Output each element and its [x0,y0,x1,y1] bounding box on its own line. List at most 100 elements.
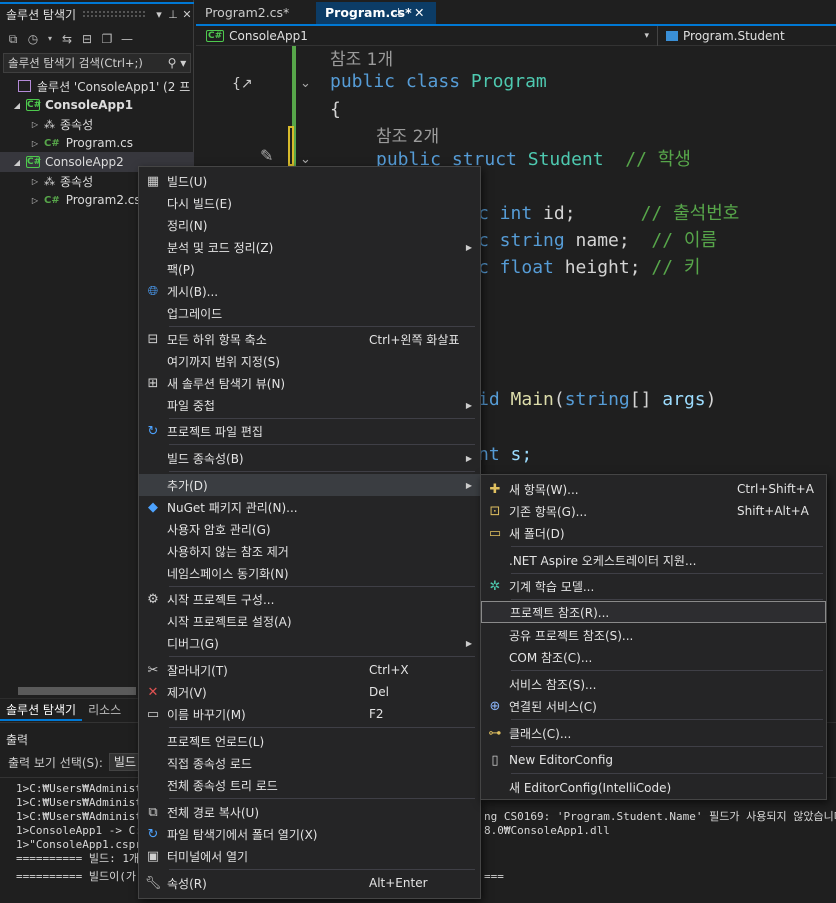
menu-item-label: 게시(B)... [167,284,219,299]
tab-program-cs[interactable]: Program.cs* ⊥ ✕ [316,2,436,24]
collapsed-arrow-icon[interactable]: ▷ [30,196,40,205]
tree-item-solution[interactable]: 솔루션 'ConsoleApp1' (2 프 [0,76,194,96]
code-line: c int id; // 출석번호 [478,200,739,228]
menu-item-clean[interactable]: 정리(N) [139,214,480,236]
tab-program2-cs[interactable]: Program2.cs* [196,2,314,24]
submenu-item-existing-item[interactable]: ⊡ 기존 항목(G)... Shift+Alt+A [481,500,826,522]
menu-item-add[interactable]: 추가(D) ▶ [139,474,480,496]
solution-explorer-search[interactable]: 솔루션 탐색기 검색(Ctrl+;) ⚲ ▾ [3,53,191,73]
submenu-item-shared-project-reference[interactable]: 공유 프로젝트 참조(S)... [481,624,826,646]
menu-item-configure-startup[interactable]: ⚙ 시작 프로젝트 구성... [139,588,480,610]
close-tab-icon[interactable]: ✕ [414,2,424,24]
quick-action-icon[interactable]: ✎ [260,146,273,165]
menu-item-sync-namespaces[interactable]: 네임스페이스 동기화(N) [139,562,480,584]
menu-item-edit-project-file[interactable]: ↻ 프로젝트 파일 편집 [139,420,480,442]
menu-item-cut[interactable]: ✂ 잘라내기(T) Ctrl+X [139,659,480,681]
menu-item-rebuild[interactable]: 다시 빌드(E) [139,192,480,214]
menu-shortcut: Alt+Enter [369,876,428,890]
menu-separator [511,719,823,720]
menu-item-load-full-tree[interactable]: 전체 종속성 트리 로드 [139,774,480,796]
project-dropdown[interactable]: C# ConsoleApp1 ▾ [200,26,658,46]
submenu-item-com-reference[interactable]: COM 참조(C)... [481,646,826,668]
menu-item-analyze[interactable]: 분석 및 코드 정리(Z) ▶ [139,236,480,258]
dropdown-arrow-icon[interactable]: ▾ [152,8,166,21]
menu-item-build-dependencies[interactable]: 빌드 종속성(B) ▶ [139,447,480,469]
class-dropdown[interactable]: Program.Student [660,26,836,46]
submenu-item-new-folder[interactable]: ▭ 새 폴더(D) [481,522,826,544]
tree-item-program-cs[interactable]: ▷ C# Program.cs [0,133,194,153]
submenu-item-project-reference[interactable]: 프로젝트 참조(R)... [481,601,826,623]
code-lens-references[interactable]: 참조 1개 [330,46,393,70]
search-icon[interactable]: ⚲ ▾ [164,56,190,70]
menu-item-copy-full-path[interactable]: ⧉ 전체 경로 복사(U) [139,801,480,823]
chevron-down-icon[interactable]: ▾ [644,26,649,46]
menu-item-remove-unused-refs[interactable]: 사용하지 않는 참조 제거 [139,540,480,562]
dependencies-icon: ⁂ [44,174,55,188]
submenu-item-editorconfig-intellicode[interactable]: 새 EditorConfig(IntelliCode) [481,776,826,798]
drag-grip[interactable] [82,9,146,19]
tree-item-dependencies[interactable]: ▷ ⁂ 종속성 [0,114,194,134]
menu-item-new-explorer-view[interactable]: ⊞ 새 솔루션 탐색기 뷰(N) [139,372,480,394]
submenu-item-aspire[interactable]: .NET Aspire 오케스트레이터 지원... [481,549,826,571]
ml-model-icon: ✲ [489,578,501,594]
menu-item-label: 팩(P) [167,262,195,277]
submenu-item-new-editorconfig[interactable]: ▯ New EditorConfig [481,749,826,771]
properties-icon[interactable]: — [120,32,134,46]
collapsed-arrow-icon[interactable]: ▷ [30,177,40,186]
code-lens-icon[interactable]: {↗ [232,76,253,92]
sync-icon[interactable]: ⇆ [60,32,74,46]
collapsed-arrow-icon[interactable]: ▷ [30,120,40,129]
show-all-files-icon[interactable]: ❐ [100,32,114,46]
menu-item-open-terminal[interactable]: ▣ 터미널에서 열기 [139,845,480,867]
menu-item-nuget[interactable]: ◆ NuGet 패키지 관리(N)... [139,496,480,518]
menu-item-properties[interactable]: 🔧︎ 속성(R) Alt+Enter [139,872,480,894]
menu-item-load-direct-deps[interactable]: 직접 종속성 로드 [139,752,480,774]
menu-item-scope-to-this[interactable]: 여기까지 범위 지정(S) [139,350,480,372]
menu-item-label: 직접 종속성 로드 [167,756,252,771]
menu-item-unload-project[interactable]: 프로젝트 언로드(L) [139,730,480,752]
menu-item-collapse-all[interactable]: ⊟ 모든 하위 항목 축소 Ctrl+왼쪽 화살표 [139,328,480,350]
scrollbar-thumb[interactable] [18,687,136,695]
submenu-item-connected-service[interactable]: ⊕ 연결된 서비스(C) [481,695,826,717]
code-lens-references[interactable]: 참조 2개 [376,122,439,147]
submenu-item-new-item[interactable]: ✚ 새 항목(W)... Ctrl+Shift+A [481,478,826,500]
menu-separator [169,418,475,419]
history-icon[interactable]: ◷ [26,32,40,46]
submenu-item-service-reference[interactable]: 서비스 참조(S)... [481,673,826,695]
menu-item-pack[interactable]: 팩(P) [139,258,480,280]
menu-item-build[interactable]: ▦ 빌드(U) [139,170,480,192]
menu-item-label: 네임스페이스 동기화(N) [167,566,289,581]
pin-icon[interactable]: ⊥ [166,8,180,21]
switch-views-icon[interactable]: ⧉ [6,32,20,46]
submenu-item-ml-model[interactable]: ✲ 기계 학습 모델... [481,575,826,597]
expanded-arrow-icon[interactable]: ◢ [12,101,22,110]
tree-item-consoleapp1[interactable]: ◢ C# ConsoleApp1 [0,95,194,115]
menu-item-rename[interactable]: ▭ 이름 바꾸기(M) F2 [139,703,480,725]
expanded-arrow-icon[interactable]: ◢ [12,158,22,167]
nuget-icon: ◆ [148,499,158,515]
menu-item-publish[interactable]: 🌐︎ 게시(B)... [139,280,480,302]
pin-icon[interactable]: ⊥ [394,2,403,24]
collapse-all-icon[interactable]: ⊟ [80,32,94,46]
menu-item-user-secrets[interactable]: 사용자 암호 관리(G) [139,518,480,540]
fold-icon[interactable]: ⌄ [300,76,311,91]
chevron-down-icon[interactable]: ▾ [46,32,54,46]
tree-item-label: ConsoleApp2 [45,155,124,169]
menu-item-set-startup[interactable]: 시작 프로젝트로 설정(A) [139,610,480,632]
menu-item-remove[interactable]: ✕ 제거(V) Del [139,681,480,703]
menu-item-upgrade[interactable]: 업그레이드 [139,302,480,324]
unsaved-change-indicator [288,126,294,166]
menu-item-label: 빌드 종속성(B) [167,451,244,466]
menu-item-file-nesting[interactable]: 파일 중첩 ▶ [139,394,480,416]
tab-solution-explorer[interactable]: 솔루션 탐색기 [0,699,83,721]
submenu-item-class[interactable]: ⊶ 클래스(C)... [481,722,826,744]
tab-resources[interactable]: 리소스 [82,699,127,721]
collapse-icon: ⊟ [147,331,159,347]
menu-item-debug[interactable]: 디버그(G) ▶ [139,632,480,654]
close-icon[interactable]: ✕ [180,8,194,21]
fold-icon[interactable]: ⌄ [300,152,311,167]
menu-shortcut: Del [369,685,389,699]
collapsed-arrow-icon[interactable]: ▷ [30,139,40,148]
folder-open-icon: ↻ [147,826,159,842]
menu-item-open-in-explorer[interactable]: ↻ 파일 탐색기에서 폴더 열기(X) [139,823,480,845]
